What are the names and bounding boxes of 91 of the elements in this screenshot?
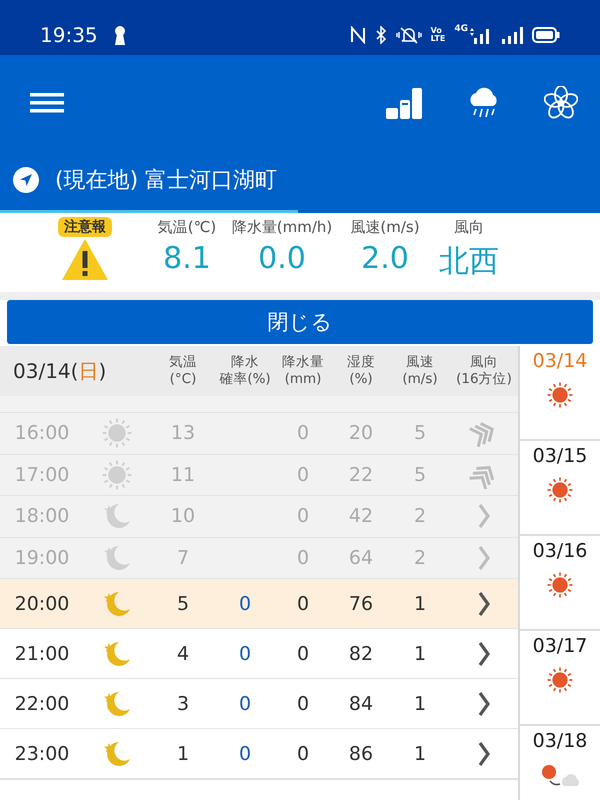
- table-cell: 11: [170, 464, 196, 486]
- table-cell: 0: [296, 642, 310, 664]
- date-heading: 03/14(日): [12, 358, 106, 384]
- volte-indicator: Vo LTE: [430, 26, 446, 42]
- table-cell: 23:00: [14, 742, 70, 764]
- metric-value: 北西: [439, 243, 499, 281]
- table-cell: 5: [176, 592, 190, 614]
- nfc-icon: [350, 26, 366, 44]
- location-name: (現在地) 富士河口湖町: [55, 167, 278, 195]
- sun-icon: [102, 418, 132, 448]
- sun-icon: [547, 382, 573, 408]
- table-cell: 0: [296, 742, 310, 764]
- sun-icon: [547, 667, 573, 693]
- muted-bell-icon: [396, 26, 422, 44]
- day-date: 03/18: [532, 730, 588, 752]
- table-cell: 1: [414, 742, 426, 764]
- table-cell: 0: [238, 642, 252, 664]
- day-date: 03/16: [532, 540, 588, 562]
- metric-value: 8.1: [163, 241, 211, 276]
- sun-icon: [547, 477, 573, 503]
- table-cell: 10: [170, 505, 196, 528]
- metric-label: 風速(m/s): [350, 218, 420, 237]
- sun-icon: [102, 460, 132, 490]
- table-cell: 0: [296, 505, 310, 528]
- table-cell: 21:00: [14, 642, 70, 664]
- column-header: 風速 (m/s): [402, 354, 438, 388]
- blocks-icon[interactable]: [386, 86, 422, 120]
- day-date: 03/17: [532, 635, 588, 657]
- table-cell: 5: [414, 422, 426, 444]
- metric-label: 風向: [454, 218, 484, 237]
- table-cell: 1: [176, 742, 190, 764]
- network-type: 4G: [454, 24, 468, 34]
- day-item[interactable]: 03/18: [520, 726, 600, 800]
- day-date: 03/15: [532, 445, 588, 467]
- flower-icon[interactable]: [544, 86, 578, 120]
- warning-icon: [61, 237, 109, 281]
- table-cell: 20:00: [14, 592, 70, 614]
- menu-icon[interactable]: [30, 90, 64, 114]
- table-cell: 17:00: [14, 464, 70, 486]
- metric-label: 降水量(mm/h): [232, 218, 332, 237]
- keyhole-icon: [114, 24, 126, 44]
- metric-label: 気温(℃): [158, 218, 216, 237]
- metric-value: 0.0: [258, 241, 306, 276]
- day-item[interactable]: 03/16: [520, 536, 600, 631]
- table-cell: 42: [348, 505, 374, 528]
- column-header: 風向 (16方位): [456, 354, 512, 388]
- table-cell: 19:00: [14, 546, 70, 569]
- clock: 19:35: [40, 22, 98, 46]
- table-cell: 2: [414, 546, 426, 569]
- table-cell: 1: [414, 592, 426, 614]
- column-header: 気温 (°C): [169, 354, 197, 388]
- table-cell: 16:00: [14, 422, 70, 444]
- metric-value: 2.0: [361, 241, 409, 276]
- table-cell: 0: [296, 546, 310, 569]
- table-cell: 84: [348, 692, 374, 714]
- table-cell: 82: [348, 642, 374, 664]
- table-cell: 5: [414, 464, 426, 486]
- day-date: 03/14: [532, 350, 588, 372]
- column-header: 降水 確率(%): [219, 354, 271, 388]
- day-item[interactable]: 03/17: [520, 631, 600, 726]
- table-cell: 2: [414, 505, 426, 528]
- table-cell: 0: [238, 742, 252, 764]
- table-cell: 20: [348, 422, 374, 444]
- column-header: 降水量 (mm): [282, 354, 324, 388]
- table-cell: 13: [170, 422, 196, 444]
- table-cell: 1: [414, 642, 426, 664]
- table-cell: 64: [348, 546, 374, 569]
- close-button[interactable]: 閉じる: [7, 300, 593, 344]
- table-cell: 0: [296, 692, 310, 714]
- signal-icon: [470, 26, 492, 44]
- table-cell: 0: [296, 592, 310, 614]
- table-cell: 7: [176, 546, 190, 569]
- signal-icon: [501, 26, 523, 44]
- table-cell: 22:00: [14, 692, 70, 714]
- table-cell: 76: [348, 592, 374, 614]
- table-cell: 0: [296, 464, 310, 486]
- sun-icon: [547, 572, 573, 598]
- warning-badge: 注意報: [58, 217, 112, 237]
- battery-icon: [532, 26, 560, 42]
- table-cell: 86: [348, 742, 374, 764]
- table-cell: 0: [238, 592, 252, 614]
- column-header: 湿度 (%): [347, 354, 375, 388]
- table-cell: 1: [414, 692, 426, 714]
- table-cell: 0: [238, 692, 252, 714]
- table-cell: 4: [176, 642, 190, 664]
- day-item[interactable]: 03/15: [520, 441, 600, 536]
- table-cell: 0: [296, 422, 310, 444]
- table-cell: 22: [348, 464, 374, 486]
- bluetooth-icon: [374, 26, 387, 44]
- table-cell: 3: [176, 692, 190, 714]
- table-cell: 18:00: [14, 505, 70, 528]
